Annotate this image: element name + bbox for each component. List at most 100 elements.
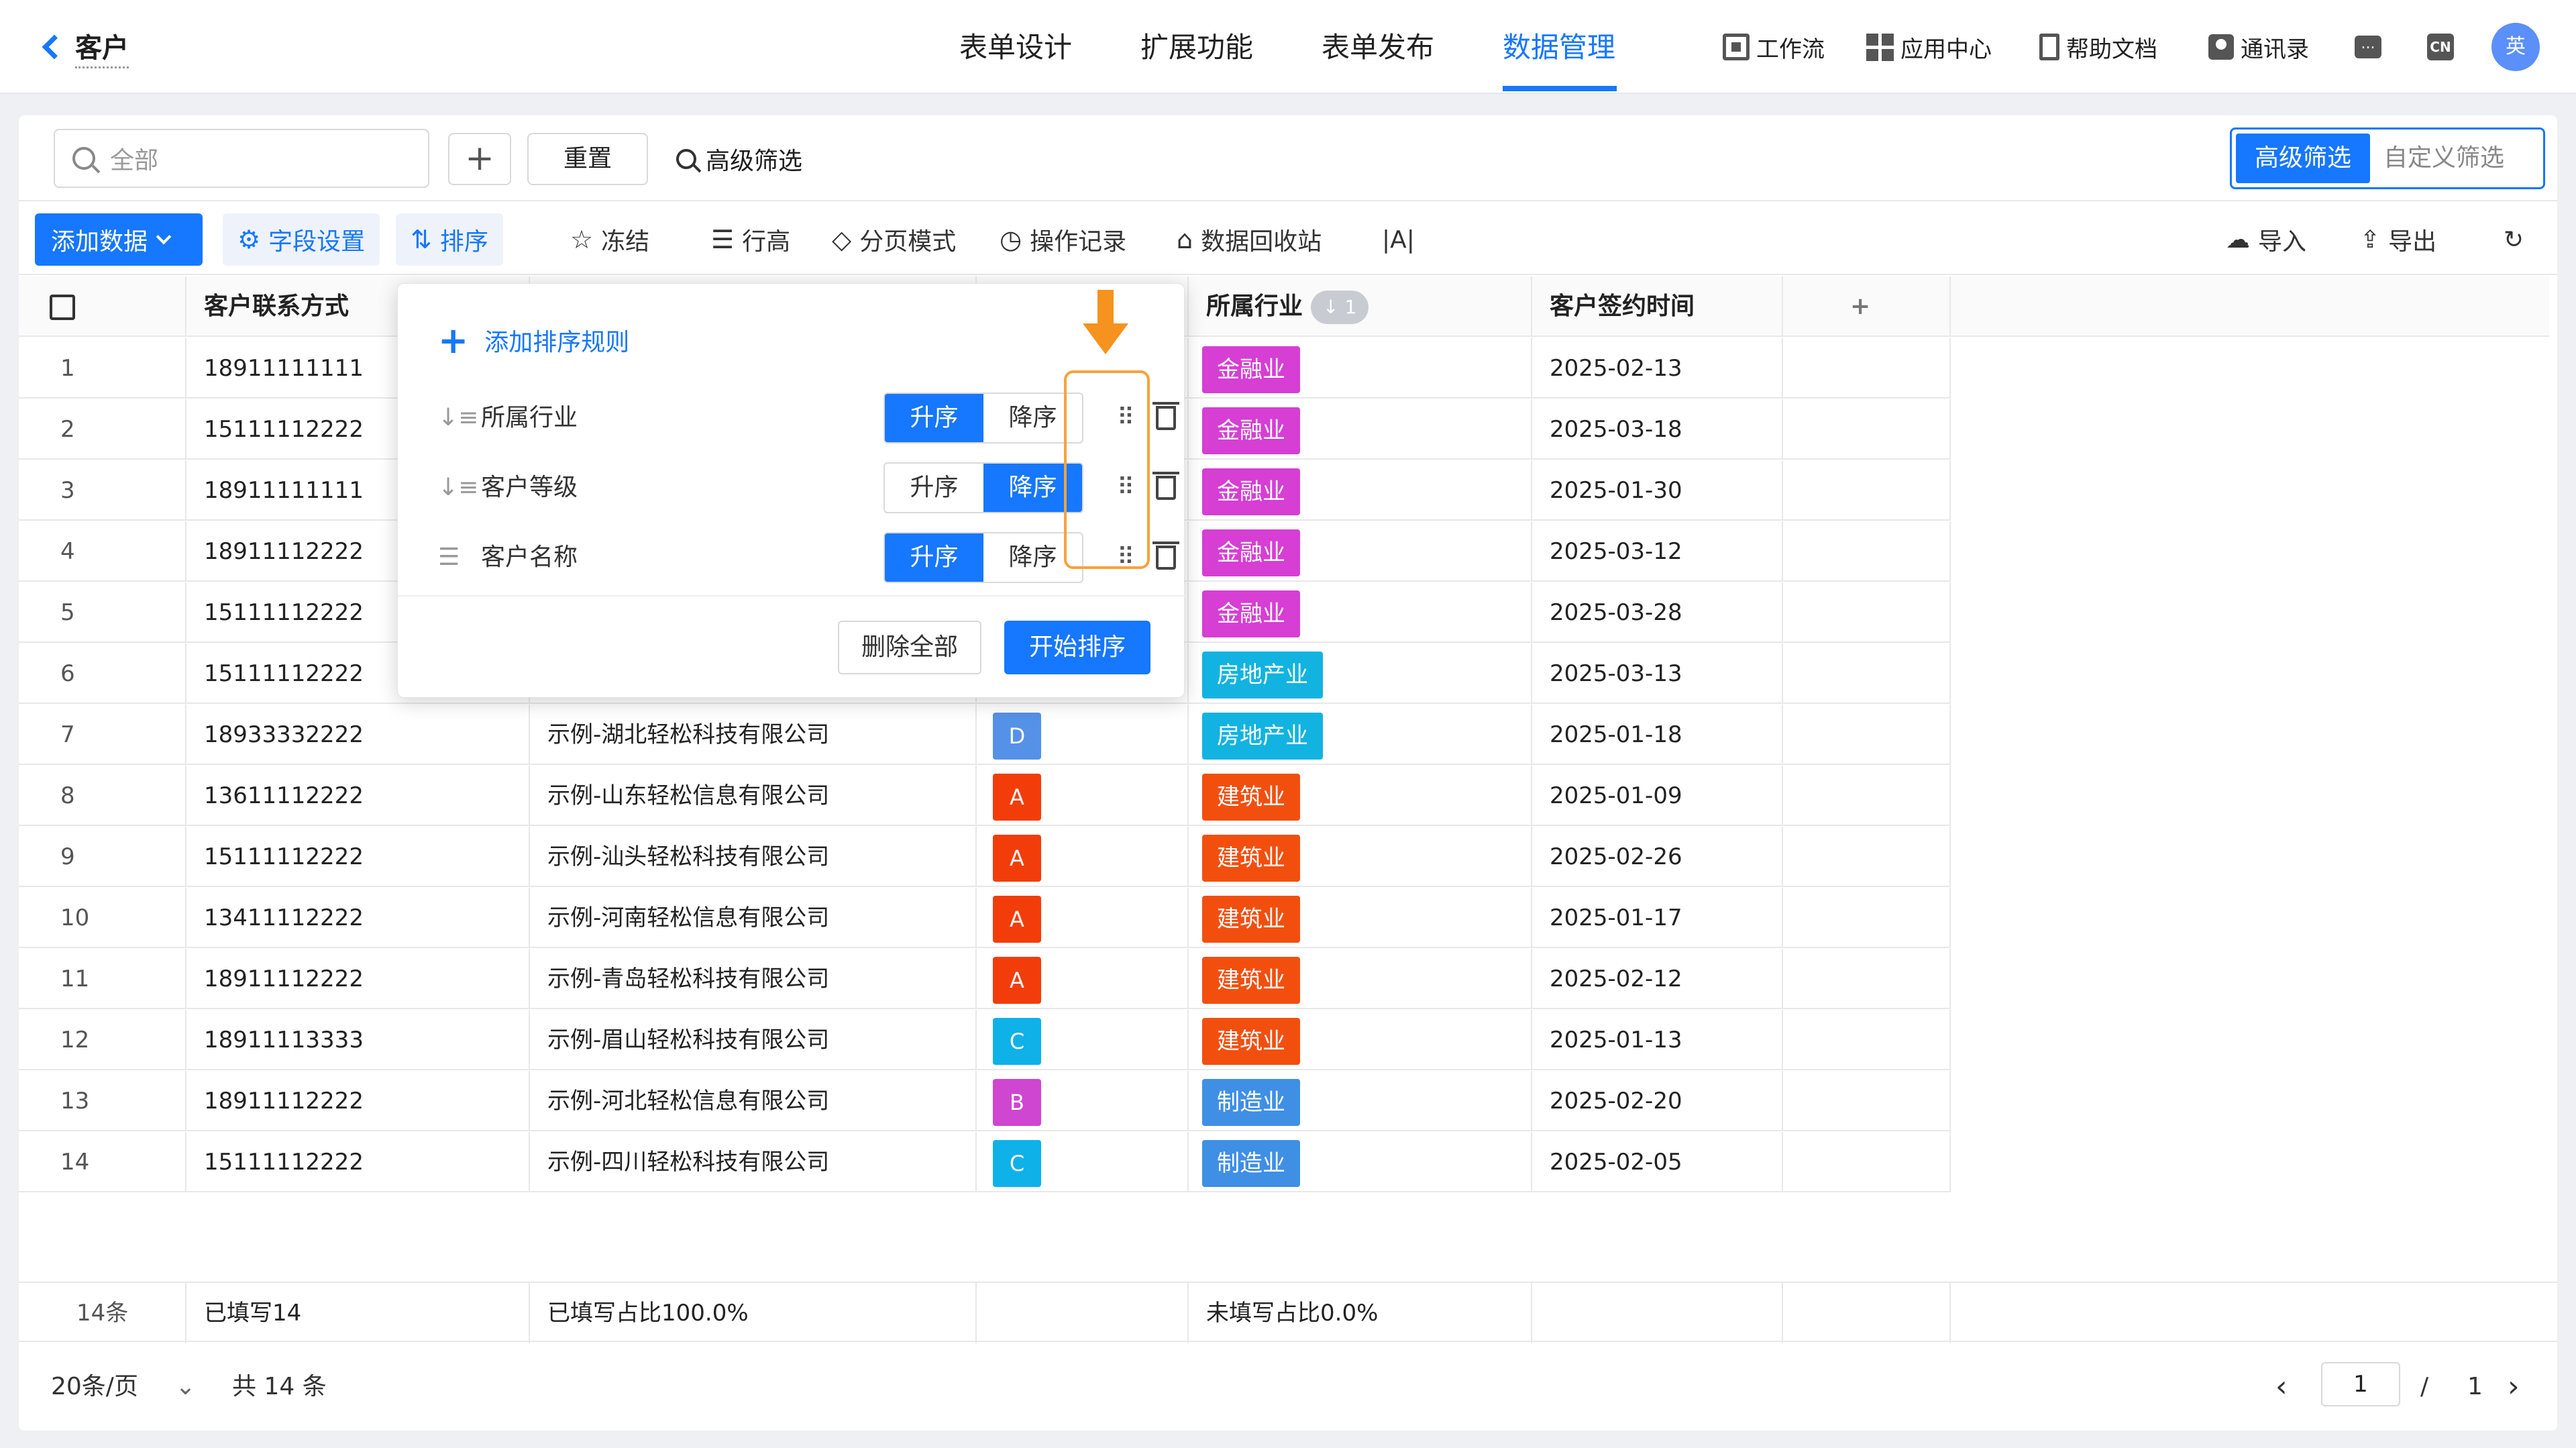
tab-data-management[interactable]: 数据管理 xyxy=(1503,27,1615,68)
summary-filled-ratio: 已填写占比100.0% xyxy=(530,1283,977,1343)
cell-company: 示例-河北轻松信息有限公司 xyxy=(530,1071,977,1131)
page-number-input[interactable]: 1 xyxy=(2321,1362,2400,1406)
cell-date: 2025-02-12 xyxy=(1532,949,1783,1009)
seg-advanced-filter[interactable]: 高级筛选 xyxy=(2236,134,2371,183)
sort-rule-label: ↓≡ 所属行业 xyxy=(438,391,578,445)
contacts-link[interactable]: 通讯录 xyxy=(2208,28,2309,66)
user-avatar[interactable]: 英 xyxy=(2491,23,2540,71)
cell-extra xyxy=(1783,827,1951,887)
industry-tag: 房地产业 xyxy=(1202,651,1323,699)
help-docs-link[interactable]: 帮助文档 xyxy=(2039,28,2157,66)
cell-company: 示例-汕头轻松科技有限公司 xyxy=(530,827,977,887)
industry-tag: 建筑业 xyxy=(1202,834,1300,882)
summary-unfilled-ratio: 未填写占比0.0% xyxy=(1189,1283,1532,1343)
operation-log-button[interactable]: ◷ 操作记录 xyxy=(985,213,1141,266)
cell-extra xyxy=(1783,888,1951,948)
field-settings-button[interactable]: ⚙ 字段设置 xyxy=(223,213,380,266)
reset-button[interactable]: 重置 xyxy=(527,133,648,185)
tab-form-publish[interactable]: 表单发布 xyxy=(1322,27,1434,68)
table-row[interactable]: 12 18911113333 示例-眉山轻松科技有限公司 C 建筑业 2025-01-13 xyxy=(19,1010,1951,1070)
cell-extra xyxy=(1783,582,1951,643)
ai-button[interactable]: |A| xyxy=(1367,213,1430,266)
cell-idx: 7 xyxy=(19,705,186,765)
cell-date: 2025-02-26 xyxy=(1532,827,1783,887)
row-height-label: 行高 xyxy=(742,228,791,256)
grade-badge: C xyxy=(993,1017,1041,1065)
add-column-button[interactable]: + xyxy=(1783,276,1951,337)
add-data-button[interactable]: 添加数据 xyxy=(35,213,203,266)
search-input[interactable]: 全部 xyxy=(54,129,429,188)
table-row[interactable]: 9 15111112222 示例-汕头轻松科技有限公司 A 建筑业 2025-02-26 xyxy=(19,827,1951,887)
asc-button[interactable]: 升序 xyxy=(885,464,983,512)
cell-grade: B xyxy=(977,1071,1189,1131)
cell-phone: 18911112222 xyxy=(186,1071,530,1131)
refresh-button[interactable]: ↻ xyxy=(2504,216,2524,263)
industry-tag: 制造业 xyxy=(1202,1139,1300,1187)
select-all-checkbox[interactable] xyxy=(19,276,186,337)
table-row[interactable]: 8 13611112222 示例-山东轻松信息有限公司 A 建筑业 2025-01-09 xyxy=(19,766,1951,826)
row-height-button[interactable]: ☰ 行高 xyxy=(696,213,805,266)
advanced-filter-link[interactable]: 高级筛选 xyxy=(676,136,802,183)
grade-badge: A xyxy=(993,834,1041,882)
table-row[interactable]: 13 18911112222 示例-河北轻松信息有限公司 B 制造业 2025-02-20 xyxy=(19,1071,1951,1131)
prev-page-button[interactable]: ‹ xyxy=(2275,1363,2288,1410)
asc-button[interactable]: 升序 xyxy=(885,394,983,442)
recycle-bin-label: 数据回收站 xyxy=(1201,228,1322,256)
cell-idx: 1 xyxy=(19,338,186,399)
cell-extra xyxy=(1783,705,1951,765)
seg-custom-filter[interactable]: 自定义筛选 xyxy=(2374,134,2514,183)
sort-order-toggle: 升序 降序 xyxy=(883,462,1083,513)
import-button[interactable]: ☁ 导入 xyxy=(2226,216,2306,263)
chevron-down-icon: ⌄ xyxy=(175,1373,196,1400)
col-header-sign-date[interactable]: 客户签约时间 xyxy=(1532,276,1783,337)
app-center-link[interactable]: 应用中心 xyxy=(1866,28,1992,66)
next-page-button[interactable]: › xyxy=(2508,1363,2520,1410)
cell-date: 2025-01-17 xyxy=(1532,888,1783,948)
asc-button[interactable]: 升序 xyxy=(885,533,983,582)
tab-extensions[interactable]: 扩展功能 xyxy=(1140,27,1253,68)
sort-field-icon: ☰ xyxy=(438,544,460,571)
grade-badge: A xyxy=(993,773,1041,821)
language-button[interactable]: CN xyxy=(2427,28,2454,66)
table-row[interactable]: 10 13411112222 示例-河南轻松信息有限公司 A 建筑业 2025-01-17 xyxy=(19,888,1951,948)
workflow-link[interactable]: 工作流 xyxy=(1723,28,1825,66)
add-filter-button[interactable]: + xyxy=(448,133,511,185)
table-row[interactable]: 7 18933332222 示例-湖北轻松科技有限公司 D 房地产业 2025-01-18 xyxy=(19,705,1951,765)
cell-date: 2025-03-18 xyxy=(1532,399,1783,460)
cell-extra xyxy=(1783,460,1951,521)
add-sort-rule-button[interactable]: + 添加排序规则 xyxy=(438,319,629,362)
cloud-upload-icon: ☁ xyxy=(2226,225,2250,254)
cell-idx: 12 xyxy=(19,1010,186,1070)
sort-button[interactable]: ⇅ 排序 xyxy=(396,213,503,266)
cell-industry: 金融业 xyxy=(1189,582,1532,643)
advanced-filter-label: 高级筛选 xyxy=(706,148,803,175)
cell-industry: 金融业 xyxy=(1189,460,1532,521)
summary-extra xyxy=(1783,1283,1951,1343)
page-size-select[interactable]: 20条/页 ⌄ xyxy=(51,1363,196,1410)
col-header-industry[interactable]: 所属行业 ↓ 1 xyxy=(1189,276,1532,337)
trash-icon[interactable] xyxy=(1152,472,1179,500)
freeze-button[interactable]: ☆ 冻结 xyxy=(555,213,664,266)
cell-grade: A xyxy=(977,827,1189,887)
tab-form-design[interactable]: 表单设计 xyxy=(959,27,1072,68)
recycle-bin-button[interactable]: ⌂ 数据回收站 xyxy=(1162,213,1336,266)
chat-button[interactable]: ... xyxy=(2355,28,2381,66)
cell-date: 2025-02-20 xyxy=(1532,1071,1783,1131)
pagination-mode-button[interactable]: ◇ 分页模式 xyxy=(817,213,971,266)
table-row[interactable]: 14 15111112222 示例-四川轻松科技有限公司 C 制造业 2025-02-05 xyxy=(19,1132,1951,1192)
trash-icon[interactable] xyxy=(1152,541,1179,570)
checkbox-icon xyxy=(50,295,75,320)
start-sort-button[interactable]: 开始排序 xyxy=(1004,621,1150,674)
cell-grade: A xyxy=(977,949,1189,1009)
pagination-mode-label: 分页模式 xyxy=(859,228,957,256)
table-row[interactable]: 11 18911112222 示例-青岛轻松科技有限公司 A 建筑业 2025-02-12 xyxy=(19,949,1951,1009)
cell-date: 2025-03-28 xyxy=(1532,582,1783,643)
back-button[interactable]: 客户 xyxy=(38,24,129,70)
operation-log-label: 操作记录 xyxy=(1030,228,1127,256)
export-button[interactable]: ⇪ 导出 xyxy=(2360,216,2436,263)
trash-icon[interactable] xyxy=(1152,402,1179,430)
cell-extra xyxy=(1783,1010,1951,1070)
delete-all-button[interactable]: 删除全部 xyxy=(838,621,981,674)
cell-industry: 金融业 xyxy=(1189,521,1532,582)
row-height-icon: ☰ xyxy=(711,225,735,254)
